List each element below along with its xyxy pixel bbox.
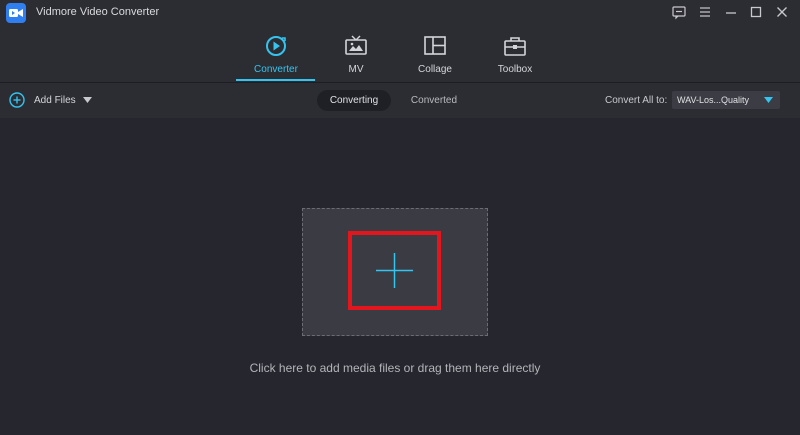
active-tab-indicator: [236, 79, 315, 81]
tv-icon: [345, 35, 367, 55]
app-logo: [6, 3, 26, 23]
tab-converter-label: Converter: [254, 64, 298, 75]
close-icon[interactable]: [773, 3, 791, 21]
converter-icon: [266, 36, 286, 56]
tab-collage-label: Collage: [418, 64, 452, 75]
tab-toolbox-label: Toolbox: [497, 64, 533, 75]
tab-converter[interactable]: Converter: [236, 26, 316, 83]
minimize-icon[interactable]: [722, 3, 740, 21]
add-circle-icon: [9, 92, 25, 108]
add-files-button[interactable]: Add Files: [9, 91, 92, 109]
feedback-icon[interactable]: [670, 3, 688, 21]
output-format-value: WAV-Los...Quality: [677, 95, 750, 105]
convert-all-label: Convert All to:: [605, 95, 668, 106]
tab-toolbox[interactable]: Toolbox: [475, 26, 555, 83]
tab-converting[interactable]: Converting: [317, 90, 391, 111]
app-title: Vidmore Video Converter: [36, 6, 160, 18]
collage-icon: [424, 36, 446, 55]
title-bar: Vidmore Video Converter: [0, 0, 800, 26]
tab-converted[interactable]: Converted: [398, 90, 470, 111]
tab-collage[interactable]: Collage: [395, 26, 475, 83]
chevron-down-icon: [764, 97, 773, 103]
tab-mv[interactable]: MV: [316, 26, 396, 83]
tab-mv-label: MV: [348, 64, 364, 75]
camera-icon: [9, 9, 23, 17]
toolbox-icon: [504, 37, 526, 56]
output-format-select[interactable]: WAV-Los...Quality: [672, 91, 780, 109]
plus-icon: [376, 253, 413, 288]
chevron-down-icon[interactable]: [82, 97, 92, 103]
menu-icon[interactable]: [696, 3, 714, 21]
maximize-icon[interactable]: [747, 3, 765, 21]
add-media-button[interactable]: [348, 231, 441, 310]
main-nav: Converter MV Collage Toolbox: [0, 26, 800, 83]
add-files-label: Add Files: [34, 94, 76, 106]
dropzone-hint: Click here to add media files or drag th…: [249, 361, 541, 375]
